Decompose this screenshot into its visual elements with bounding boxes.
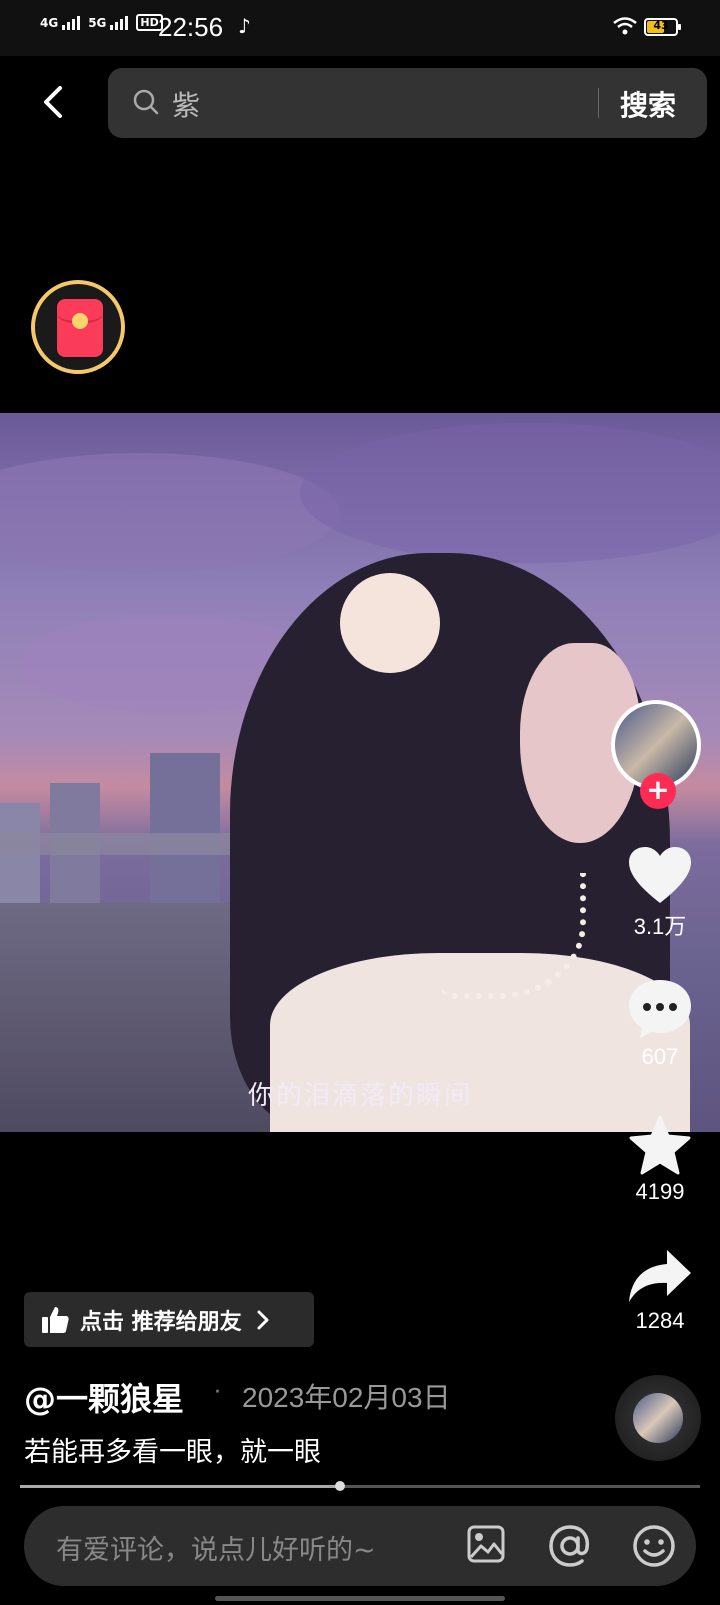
favorite-button[interactable]: 4199 <box>610 1115 710 1205</box>
video-subtitle: 你的泪滴落的瞬间 <box>247 1081 472 1111</box>
chevron-right-icon <box>257 1310 269 1329</box>
recommend-label: 点击 推荐给朋友 <box>80 1309 242 1335</box>
post-caption: 若能再多看一眼，就一眼 <box>24 1437 321 1468</box>
share-count: 1284 <box>635 1308 685 1333</box>
heart-icon <box>629 847 691 903</box>
search-input[interactable]: 紫 <box>172 84 200 124</box>
back-icon[interactable] <box>36 84 72 120</box>
network-label-5g: 5G <box>88 15 107 30</box>
red-packet-icon[interactable] <box>31 280 125 374</box>
follow-button[interactable]: + <box>640 773 676 809</box>
home-indicator <box>215 1596 505 1601</box>
comment-button[interactable]: 607 <box>610 978 710 1070</box>
battery-level: 43 <box>653 19 669 32</box>
search-button[interactable]: 搜索 <box>620 84 676 124</box>
comment-icon <box>629 980 691 1038</box>
author-name[interactable]: @一颗狼星 <box>24 1374 184 1420</box>
status-time: 22:56 <box>158 12 224 42</box>
at-icon[interactable] <box>548 1524 592 1568</box>
recommend-to-friend-button[interactable]: 点击 推荐给朋友 <box>24 1292 314 1347</box>
signal-5g-icon: 5G <box>88 15 129 30</box>
search-icon <box>133 89 159 115</box>
like-button[interactable]: 3.1万 <box>610 845 710 941</box>
tiktok-notification-icon: ♪ <box>238 14 251 38</box>
image-icon[interactable] <box>466 1524 506 1564</box>
music-disc-icon[interactable] <box>615 1375 701 1461</box>
hair-flower <box>340 573 440 673</box>
comment-input[interactable]: 有爱评论，说点儿好听的~ <box>56 1528 376 1567</box>
like-count: 3.1万 <box>633 914 687 939</box>
thumbs-up-icon <box>42 1306 69 1333</box>
signal-4g-icon: 4G <box>40 15 81 30</box>
star-icon <box>629 1115 691 1175</box>
emoji-icon[interactable] <box>632 1524 676 1568</box>
video-progress-knob[interactable] <box>335 1481 345 1491</box>
share-button[interactable]: 1284 <box>610 1248 710 1334</box>
favorite-count: 4199 <box>635 1179 685 1204</box>
post-date: 2023年02月03日 <box>242 1382 451 1413</box>
video-progress-fill <box>20 1485 340 1488</box>
battery-icon: 43 <box>644 18 681 36</box>
wifi-icon <box>613 17 637 35</box>
search-divider <box>598 88 599 118</box>
share-icon <box>629 1250 691 1302</box>
network-label-4g: 4G <box>40 15 59 30</box>
comment-count: 607 <box>641 1044 679 1069</box>
separator-dot: · <box>214 1380 221 1405</box>
signal-indicators: 4G 5G HD <box>40 14 163 31</box>
